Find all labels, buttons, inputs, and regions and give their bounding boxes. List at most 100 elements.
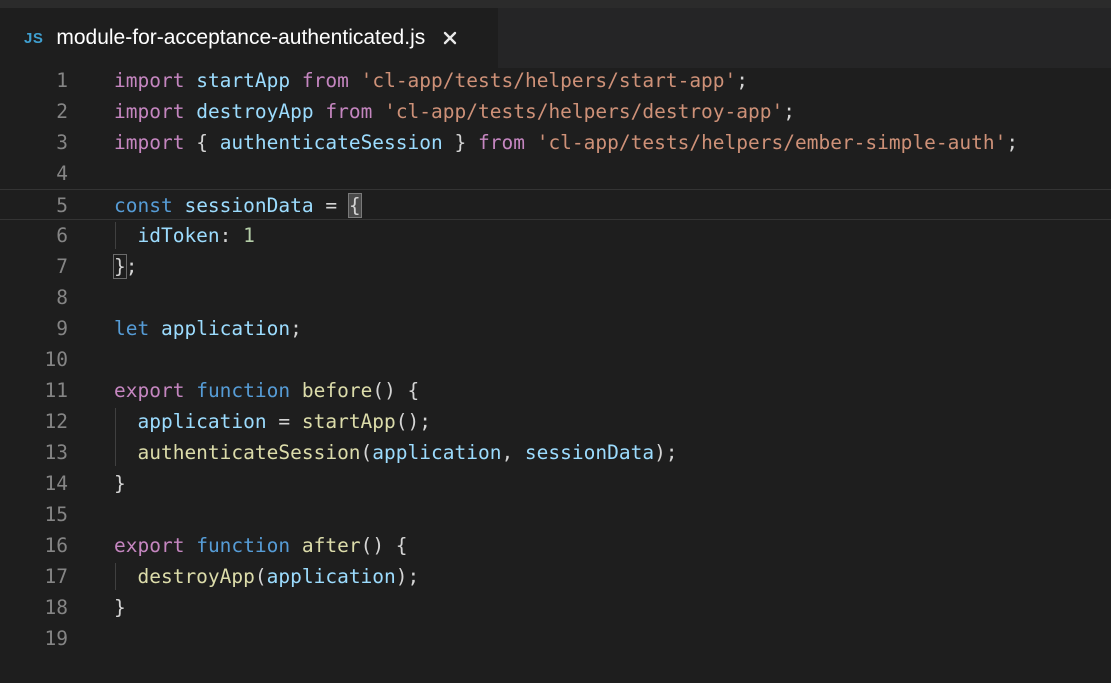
code-text: let application; (114, 313, 302, 344)
code-token: after (301, 534, 361, 557)
line-number: 3 (56, 131, 68, 154)
code-line[interactable]: 17 destroyApp(application); (0, 561, 1111, 592)
line-number: 6 (56, 224, 68, 247)
code-text: authenticateSession(application, session… (114, 437, 677, 468)
code-token: application (266, 565, 396, 588)
code-line[interactable]: 15 (0, 499, 1111, 530)
code-token: sessionData (524, 441, 655, 464)
line-number: 17 (44, 565, 68, 588)
indent-guide (115, 222, 116, 249)
tab-bar: JS module-for-acceptance-authenticated.j… (0, 8, 1111, 68)
code-text: destroyApp(application); (114, 561, 419, 592)
code-token: application (137, 410, 267, 433)
code-token: export (114, 534, 185, 557)
line-number: 1 (56, 69, 68, 92)
code-line[interactable]: 14} (0, 468, 1111, 499)
code-text: application = startApp(); (114, 406, 431, 437)
code-token: sessionData (184, 194, 314, 217)
code-token: before (301, 379, 373, 402)
code-line[interactable]: 7}; (0, 251, 1111, 282)
code-line[interactable]: 18} (0, 592, 1111, 623)
code-token: application (372, 441, 502, 464)
code-line[interactable]: 1 import startApp from 'cl-app/tests/help… (0, 65, 1111, 96)
line-number: 11 (44, 379, 68, 402)
code-line[interactable]: 4 (0, 158, 1111, 189)
code-line[interactable]: 10 (0, 344, 1111, 375)
code-line[interactable]: 3 import { authenticateSession } from 'cl… (0, 127, 1111, 158)
code-token: : (219, 224, 244, 247)
code-token: 'cl-app/tests/helpers/destroy-app' (384, 100, 784, 123)
code-text: } (114, 468, 126, 499)
code-text: } (114, 592, 126, 623)
code-token: () { (372, 379, 420, 402)
line-number: 16 (44, 534, 68, 557)
js-file-icon: JS (24, 29, 44, 47)
code-token: from (477, 131, 525, 154)
code-token: function (196, 534, 291, 557)
code-line[interactable]: 13 authenticateSession(application, sess… (0, 437, 1111, 468)
indent-guide (115, 563, 116, 590)
line-number: 14 (44, 472, 68, 495)
code-token: () { (360, 534, 408, 557)
code-line[interactable]: 8 (0, 282, 1111, 313)
code-token: 'cl-app/tests/helpers/start-app' (360, 69, 737, 92)
code-text: import startApp from 'cl-app/tests/helpe… (114, 65, 748, 96)
code-token: ); (395, 565, 420, 588)
code-token: } (114, 472, 126, 495)
code-token: (); (395, 410, 432, 433)
code-token: application (160, 317, 291, 340)
code-token: import (114, 131, 185, 154)
code-line[interactable]: 6 idToken: 1 (0, 220, 1111, 251)
code-token: ; (783, 100, 795, 123)
code-text: import destroyApp from 'cl-app/tests/hel… (114, 96, 795, 127)
line-number: 18 (44, 596, 68, 619)
code-token: 1 (243, 224, 255, 247)
code-token: ; (736, 69, 749, 92)
code-token: destroyApp (196, 100, 314, 123)
code-token: import (114, 100, 185, 123)
code-line[interactable]: 12 application = startApp(); (0, 406, 1111, 437)
tab-active-file[interactable]: JS module-for-acceptance-authenticated.j… (0, 8, 498, 68)
code-line[interactable]: 19 (0, 623, 1111, 654)
code-line[interactable]: 2 import destroyApp from 'cl-app/tests/he… (0, 96, 1111, 127)
code-text: idToken: 1 (114, 220, 255, 251)
line-number: 10 (44, 348, 68, 371)
code-token: ; (125, 255, 138, 278)
code-line[interactable]: 9 let application; (0, 313, 1111, 344)
editor-area[interactable]: 1 import startApp from 'cl-app/tests/help… (0, 68, 1111, 683)
code-line[interactable]: 16 export function after() { (0, 530, 1111, 561)
code-token: { (184, 131, 220, 154)
code-token: authenticateSession (219, 131, 443, 154)
line-number: 19 (44, 627, 68, 650)
code-token: export (114, 379, 185, 402)
code-token: startApp (301, 410, 396, 433)
indent-guide (115, 408, 116, 466)
code-line[interactable]: 5 const sessionData = { (0, 189, 1111, 220)
code-token: } (442, 131, 478, 154)
line-number: 9 (56, 317, 68, 340)
code-token: ; (290, 317, 302, 340)
code-token: ( (360, 441, 373, 464)
close-icon[interactable] (441, 29, 459, 47)
code-token: { (347, 193, 362, 218)
code-token: destroyApp (137, 565, 255, 588)
code-text: export function after() { (114, 530, 408, 561)
code-text: export function before() { (114, 375, 419, 406)
code-token: startApp (196, 69, 291, 92)
code-line[interactable]: 11 export function before() { (0, 375, 1111, 406)
